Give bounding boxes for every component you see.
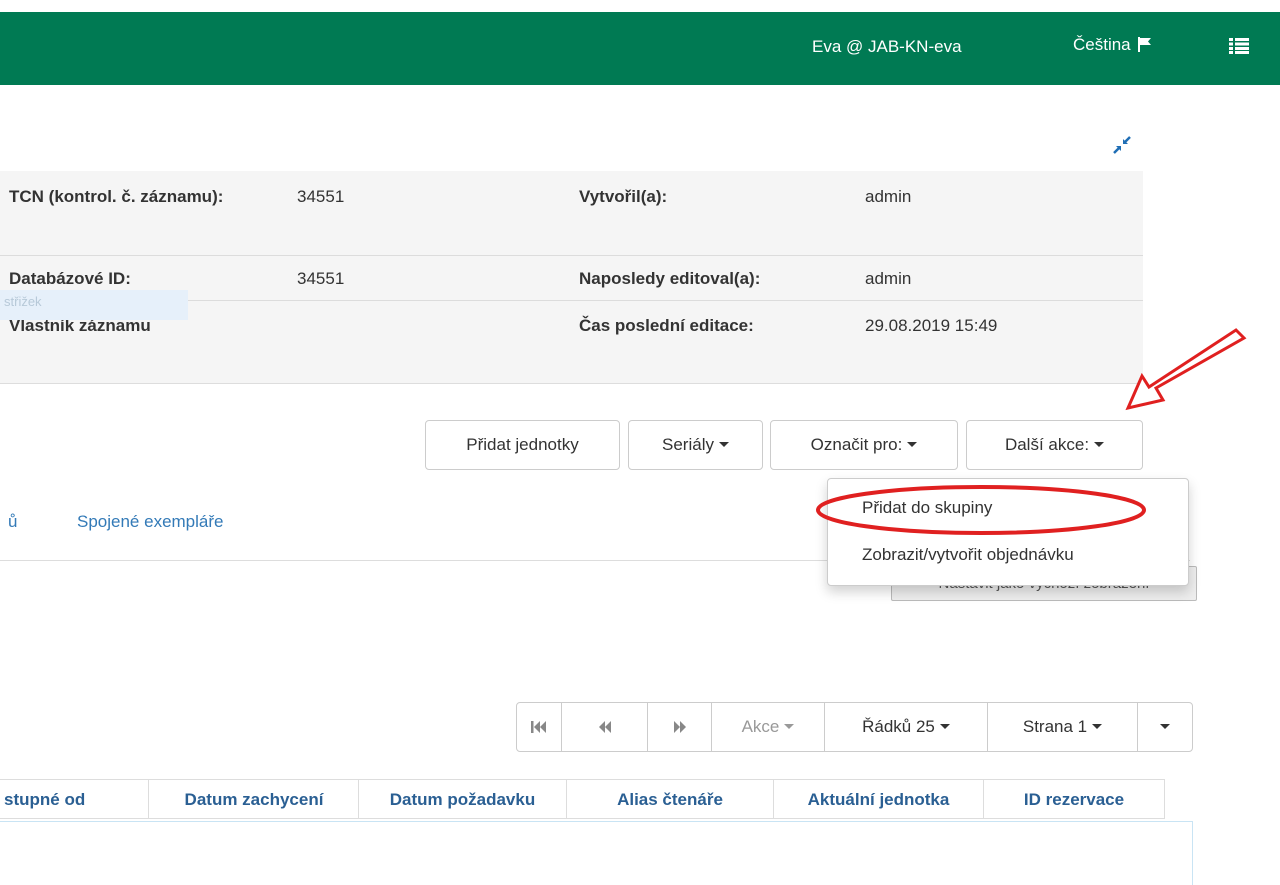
- tab-partial[interactable]: ů: [8, 512, 17, 532]
- caret-down-icon: [1092, 724, 1103, 729]
- top-navbar: Eva @ JAB-KN-eva Čeština: [0, 0, 1280, 85]
- caret-down-icon: [939, 724, 950, 729]
- column-header[interactable]: Datum zachycení: [150, 780, 359, 818]
- mark-for-label: Označit pro:: [810, 435, 903, 454]
- rows-per-page-label: Řádků 25: [862, 717, 935, 736]
- column-header[interactable]: stupné od: [0, 780, 149, 818]
- language-label: Čeština: [1073, 35, 1131, 54]
- first-page-button[interactable]: [516, 702, 562, 752]
- caret-down-icon: [718, 442, 729, 447]
- owner-ghost-chip: střižek: [0, 290, 188, 320]
- collapse-icon[interactable]: [1112, 135, 1132, 160]
- more-actions-label: Další akce:: [1004, 435, 1090, 454]
- caret-down-icon: [1160, 724, 1170, 729]
- first-page-icon: [531, 721, 546, 733]
- mark-for-button[interactable]: Označit pro:: [770, 420, 958, 470]
- edit-time-label: Čas poslední editace:: [579, 316, 754, 335]
- tcn-value: 34551: [297, 187, 345, 206]
- user-menu[interactable]: Eva @ JAB-KN-eva: [812, 37, 962, 57]
- tab-linked-items[interactable]: Spojené exempláře: [77, 512, 223, 532]
- next-page-icon: [673, 721, 686, 733]
- caret-down-icon: [1094, 442, 1105, 447]
- flag-icon: [1138, 37, 1152, 57]
- annotation-arrow-icon: [1120, 326, 1250, 417]
- grid-body: [0, 821, 1193, 885]
- serials-label: Seriály: [662, 435, 714, 454]
- divider: [0, 255, 1143, 256]
- caret-down-icon: [907, 442, 918, 447]
- grid-actions-button[interactable]: Akce: [711, 702, 825, 752]
- created-by-label: Vytvořil(a):: [579, 187, 668, 206]
- column-options-button[interactable]: [1137, 702, 1193, 752]
- page-select-button[interactable]: Strana 1: [987, 702, 1138, 752]
- menu-item-view-create-order[interactable]: Zobrazit/vytvořit objednávku: [862, 545, 1074, 565]
- more-actions-button[interactable]: Další akce:: [966, 420, 1143, 470]
- edit-time-value: 29.08.2019 15:49: [865, 316, 998, 335]
- grid-header: stupné od Datum zachycení Datum požadavk…: [0, 779, 1165, 819]
- menu-list-icon[interactable]: [1229, 38, 1249, 59]
- tcn-label: TCN (kontrol. č. záznamu):: [9, 187, 224, 206]
- serials-button[interactable]: Seriály: [628, 420, 763, 470]
- db-id-value: 34551: [297, 269, 345, 288]
- created-by-value: admin: [865, 187, 912, 206]
- prev-page-button[interactable]: [561, 702, 648, 752]
- grid-actions-label: Akce: [741, 717, 780, 736]
- language-menu[interactable]: Čeština: [1073, 35, 1152, 57]
- add-units-button[interactable]: Přidat jednotky: [425, 420, 620, 470]
- edited-by-label: Naposledy editoval(a):: [579, 269, 761, 288]
- column-header[interactable]: Alias čtenáře: [567, 780, 774, 818]
- next-page-button[interactable]: [647, 702, 712, 752]
- column-header[interactable]: Aktuální jednotka: [774, 780, 984, 818]
- annotation-ellipse-icon: [807, 480, 1167, 545]
- db-id-label: Databázové ID:: [9, 269, 131, 288]
- edited-by-value: admin: [865, 269, 912, 288]
- caret-down-icon: [784, 724, 795, 729]
- page-select-label: Strana 1: [1022, 717, 1088, 736]
- column-header[interactable]: Datum požadavku: [359, 780, 567, 818]
- rows-per-page-button[interactable]: Řádků 25: [824, 702, 988, 752]
- prev-page-icon: [598, 721, 611, 733]
- record-info-panel: TCN (kontrol. č. záznamu): 34551 Vytvoři…: [0, 171, 1143, 384]
- column-header[interactable]: ID rezervace: [984, 780, 1164, 818]
